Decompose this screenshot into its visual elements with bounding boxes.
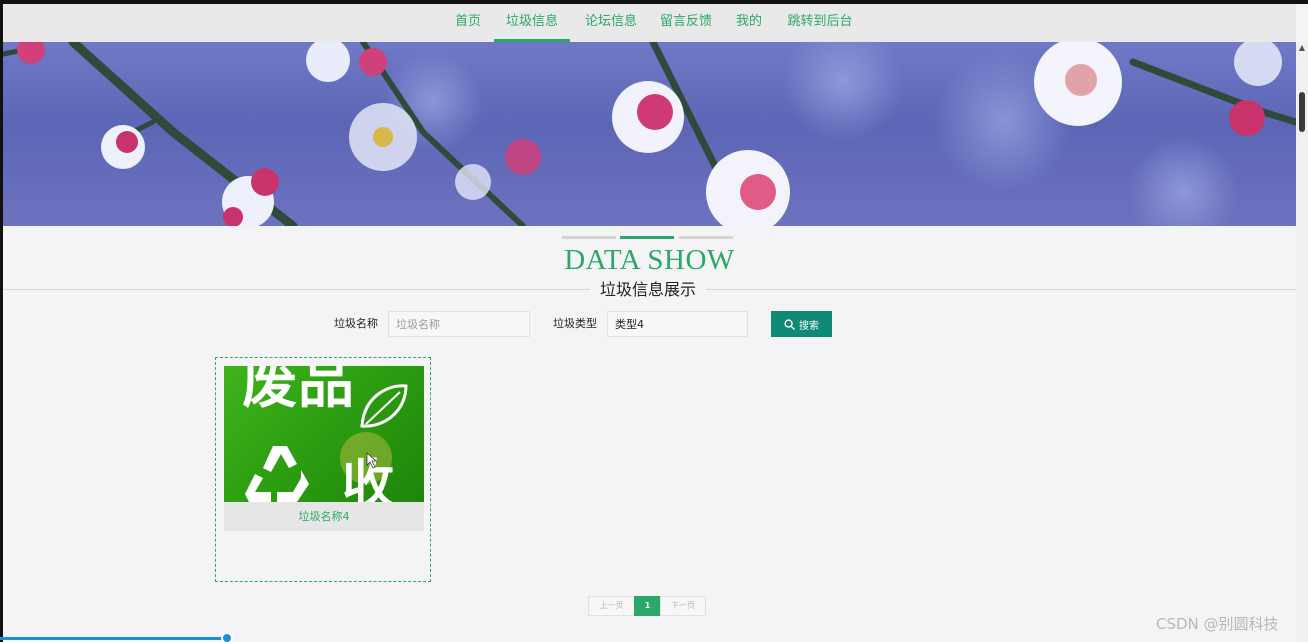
garbage-card-image[interactable]: 废品 收 [224,366,424,502]
garbage-name-input[interactable] [388,311,530,337]
scroll-up-icon[interactable]: ▲ [1298,44,1306,52]
garbage-type-input[interactable] [607,311,748,337]
image-text-top: 废品 [242,366,354,416]
nav-item-garbage-info[interactable]: 垃圾信息 [494,4,570,42]
search-icon [784,318,795,330]
top-nav: 首页 垃圾信息 论坛信息 留言反馈 我的 跳转到后台 [3,4,1296,42]
recycle-poster-graphic: 废品 收 [242,366,408,502]
prev-page-button[interactable]: 上一页 [588,596,635,616]
section-title-zh: 垃圾信息展示 [590,279,706,301]
garbage-type-label: 垃圾类型 [553,317,597,330]
nav-item-forum[interactable]: 论坛信息 [578,4,644,42]
plum-blossom-illustration [3,42,1296,226]
search-button-label: 搜索 [799,320,819,332]
nav-item-feedback[interactable]: 留言反馈 [653,4,719,42]
nav-item-home[interactable]: 首页 [448,4,488,42]
garbage-card-name[interactable]: 垃圾名称4 [224,502,424,531]
next-page-button[interactable]: 下一页 [660,596,706,616]
section-title-en: DATA SHOW [564,244,735,276]
video-progress-bar[interactable] [0,637,228,640]
watermark: CSDN @别圆科技 [1156,615,1279,633]
video-progress-handle[interactable] [221,632,233,642]
banner-image [3,42,1296,226]
nav-item-mine[interactable]: 我的 [731,4,767,42]
title-decoration-dash [562,236,616,239]
page-scrollbar[interactable] [1296,42,1308,642]
search-button[interactable]: 搜索 [771,311,832,337]
page-number-current[interactable]: 1 [634,596,661,616]
garbage-name-label: 垃圾名称 [334,317,378,330]
garbage-card[interactable]: 废品 收 垃圾名称4 [215,357,431,582]
scrollbar-thumb[interactable] [1299,92,1305,132]
title-decoration-dash-active [620,236,674,239]
nav-item-admin[interactable]: 跳转到后台 [780,4,860,42]
title-decoration-dash [679,236,733,239]
